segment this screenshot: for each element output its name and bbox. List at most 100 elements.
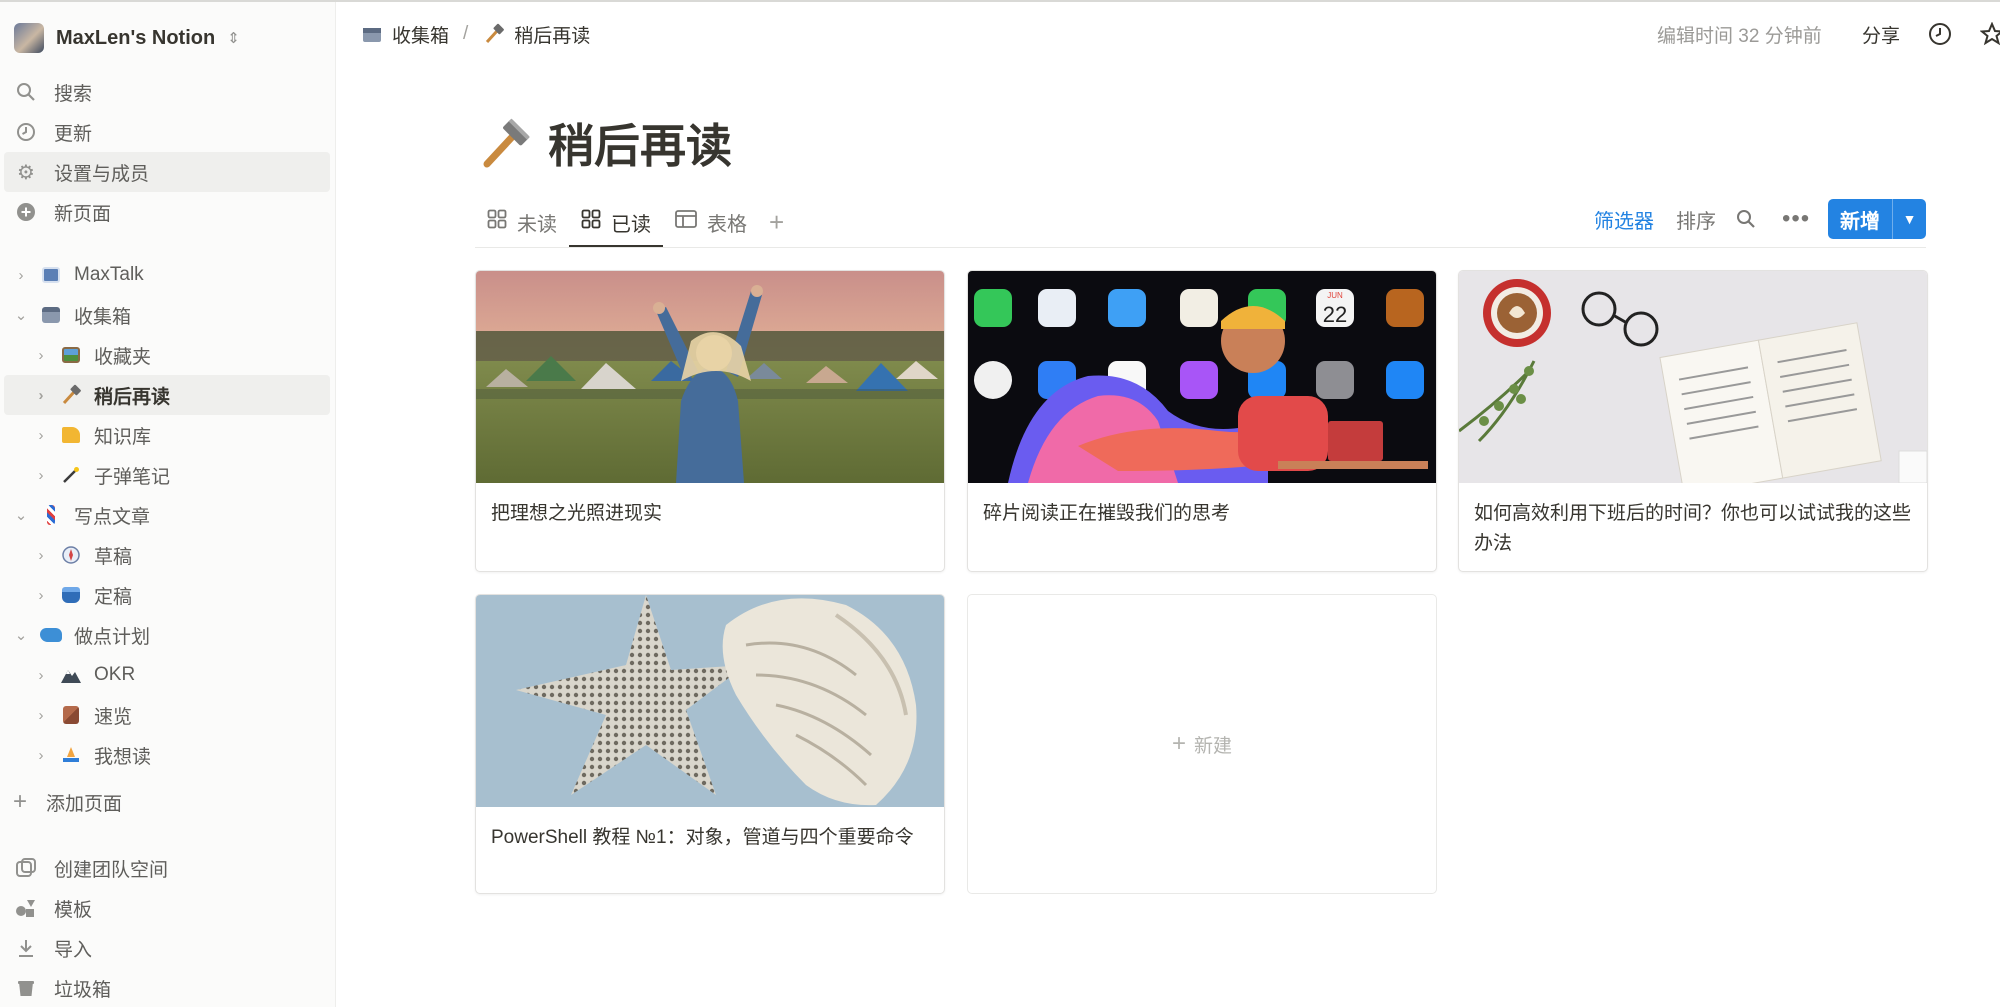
chevron-right-icon[interactable]: › <box>30 587 52 604</box>
page-title-row: 稍后再读 <box>478 110 732 176</box>
chevron-right-icon[interactable]: › <box>30 707 52 724</box>
tree-label: 收藏夹 <box>94 346 152 368</box>
workspace-switcher[interactable]: MaxLen's Notion ⇕ <box>8 16 246 60</box>
sidebar-page-drafts[interactable]: › 草稿 <box>4 535 330 575</box>
share-button[interactable]: 分享 <box>1862 14 1900 54</box>
filter-button[interactable]: 筛选器 <box>1594 199 1654 239</box>
chevron-up-down-icon: ⇕ <box>227 30 240 47</box>
page-title[interactable]: 稍后再读 <box>548 110 732 176</box>
plus-icon: + <box>12 788 27 815</box>
shapes-icon <box>14 896 38 920</box>
sidebar-import[interactable]: 导入 <box>4 928 330 968</box>
tab-unread[interactable]: 未读 <box>475 196 569 248</box>
sidebar-page-read-later[interactable]: › 稍后再读 <box>4 375 330 415</box>
chevron-right-icon[interactable]: › <box>30 467 52 484</box>
chevron-down-icon[interactable]: ⌄ <box>10 506 32 524</box>
new-entry-label: 新增 <box>1840 210 1880 233</box>
chevron-right-icon[interactable]: › <box>30 747 52 764</box>
clock-icon <box>14 120 38 144</box>
chevron-right-icon[interactable]: › <box>30 427 52 444</box>
sidebar-settings[interactable]: ⚙ 设置与成员 <box>4 152 330 192</box>
sidebar-templates[interactable]: 模板 <box>4 888 330 928</box>
sidebar-page-planning[interactable]: ⌄ 做点计划 <box>4 615 330 655</box>
hammer-emoji-icon <box>58 382 84 408</box>
sidebar-page-favorites[interactable]: › 收藏夹 <box>4 335 330 375</box>
chevron-right-icon[interactable]: › <box>30 547 52 564</box>
calendar-day: 22 <box>1323 302 1347 327</box>
sidebar-new-page[interactable]: 新页面 <box>4 192 330 232</box>
card-title: PowerShell 教程 №1：对象，管道与四个重要命令 <box>491 827 914 848</box>
sidebar-page-writing[interactable]: ⌄ 写点文章 <box>4 495 330 535</box>
gallery-card[interactable]: 如何高效利用下班后的时间？你也可以试试我的这些办法 <box>1458 270 1928 572</box>
gallery-card[interactable]: 把理想之光照进现实 <box>475 270 945 572</box>
sidebar-page-quick-view[interactable]: › 速览 <box>4 695 330 735</box>
sidebar-page-want-to-read[interactable]: › 我想读 <box>4 735 330 775</box>
drum-emoji-icon <box>58 582 84 608</box>
sidebar: MaxLen's Notion ⇕ 搜索 更新 ⚙ 设置与成员 新页面 › Ma… <box>0 2 336 1007</box>
history-icon[interactable] <box>1928 14 1952 54</box>
tree-label: 收集箱 <box>74 306 132 328</box>
search-icon[interactable] <box>1736 199 1756 239</box>
magic-wand-emoji-icon <box>58 462 84 488</box>
tree-label: 写点文章 <box>74 506 151 528</box>
sidebar-page-knowledge[interactable]: › 知识库 <box>4 415 330 455</box>
sidebar-create-teamspace[interactable]: 创建团队空间 <box>4 848 330 888</box>
view-tabs: 未读 已读 表格 + <box>475 196 794 248</box>
chevron-down-icon[interactable]: ⌄ <box>10 626 32 644</box>
sidebar-page-maxtalk[interactable]: › MaxTalk <box>4 255 330 295</box>
tab-label: 未读 <box>517 213 557 236</box>
sidebar-updates[interactable]: 更新 <box>4 112 330 152</box>
footer-label: 创建团队空间 <box>54 859 169 881</box>
new-card-button[interactable]: + 新建 <box>967 594 1437 894</box>
chevron-down-icon[interactable]: ⌄ <box>10 306 32 324</box>
chevron-right-icon[interactable]: › <box>30 667 52 684</box>
inbox-emoji-icon <box>360 22 384 46</box>
tree-label: MaxTalk <box>74 264 144 285</box>
add-view-icon[interactable]: + <box>759 207 794 238</box>
more-options-icon[interactable]: ••• <box>1782 199 1810 239</box>
tree-label: 草稿 <box>94 546 133 568</box>
tab-table[interactable]: 表格 <box>663 196 759 248</box>
breadcrumb-item[interactable]: 收集箱 <box>392 21 449 48</box>
footer-label: 垃圾箱 <box>54 979 112 1001</box>
sidebar-page-okr[interactable]: › OKR <box>4 655 330 695</box>
breadcrumb-item[interactable]: 稍后再读 <box>514 21 590 48</box>
gallery-card[interactable]: JUN 22 碎片阅读正在摧毁我们的思考 <box>967 270 1437 572</box>
add-page-label: 添加页面 <box>46 793 123 815</box>
download-icon <box>14 936 38 960</box>
tree-label: 做点计划 <box>74 626 151 648</box>
workspace-avatar <box>14 23 44 53</box>
compass-emoji-icon <box>58 542 84 568</box>
sidebar-nav-label: 设置与成员 <box>54 163 150 185</box>
sidebar-add-page[interactable]: + 添加页面 <box>4 782 330 822</box>
sort-button[interactable]: 排序 <box>1676 199 1716 239</box>
team-icon <box>14 856 38 880</box>
star-icon[interactable] <box>1980 14 2000 54</box>
card-title: 把理想之光照进现实 <box>491 503 663 524</box>
sidebar-page-bullet-notes[interactable]: › 子弹笔记 <box>4 455 330 495</box>
sidebar-trash[interactable]: 垃圾箱 <box>4 968 330 1007</box>
chevron-right-icon[interactable]: › <box>10 267 32 284</box>
calendar-month: JUN <box>1327 291 1343 300</box>
sidebar-search[interactable]: 搜索 <box>4 72 330 112</box>
tree-label: 稍后再读 <box>94 386 171 408</box>
chevron-down-icon[interactable]: ▼ <box>1893 211 1926 227</box>
sidebar-page-inbox[interactable]: ⌄ 收集箱 <box>4 295 330 335</box>
whale-emoji-icon <box>38 622 64 648</box>
plus-icon: + <box>1171 730 1186 757</box>
tree-label: 子弹笔记 <box>94 466 171 488</box>
gallery-icon <box>487 209 507 235</box>
workspace-name: MaxLen's Notion <box>56 26 216 49</box>
hammer-emoji-icon[interactable] <box>478 115 534 171</box>
view-divider <box>475 247 1926 248</box>
chevron-right-icon[interactable]: › <box>30 387 52 404</box>
breadcrumb-separator: / <box>463 23 469 44</box>
gallery-card[interactable]: PowerShell 教程 №1：对象，管道与四个重要命令 <box>475 594 945 894</box>
sidebar-page-final[interactable]: › 定稿 <box>4 575 330 615</box>
search-icon <box>14 80 38 104</box>
table-icon <box>675 210 697 234</box>
chevron-right-icon[interactable]: › <box>30 347 52 364</box>
tree-label: 我想读 <box>94 746 152 768</box>
tab-read[interactable]: 已读 <box>569 196 663 248</box>
new-entry-button[interactable]: 新增 ▼ <box>1828 199 1926 239</box>
